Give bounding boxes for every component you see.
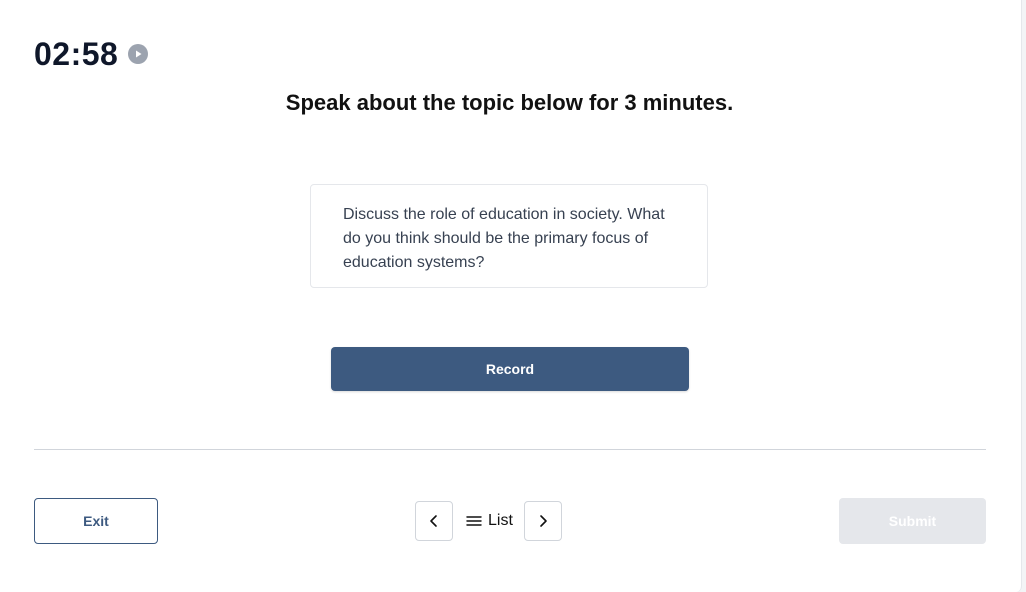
prompt-text: Discuss the role of education in society… bbox=[343, 206, 665, 271]
list-button[interactable]: List bbox=[466, 512, 513, 530]
timer-row: 02:58 bbox=[34, 34, 149, 74]
menu-icon bbox=[466, 516, 482, 526]
question-navigation: List bbox=[415, 501, 562, 541]
play-icon[interactable] bbox=[128, 44, 149, 64]
record-button[interactable]: Record bbox=[331, 347, 689, 391]
previous-button[interactable] bbox=[415, 501, 453, 541]
next-button[interactable] bbox=[523, 501, 562, 541]
list-label: List bbox=[488, 512, 513, 529]
instruction-heading: Speak about the topic below for 3 minute… bbox=[285, 90, 734, 115]
countdown-timer: 02:58 bbox=[34, 35, 119, 72]
prompt-card: Discuss the role of education in society… bbox=[310, 184, 708, 288]
play-icon-glyph bbox=[136, 50, 142, 58]
footer-divider bbox=[34, 449, 986, 450]
chevron-right-icon bbox=[540, 515, 547, 527]
question-page: 02:58 Speak about the topic below for 3 … bbox=[0, 0, 1022, 592]
submit-button[interactable]: Submit bbox=[839, 498, 986, 544]
exit-button[interactable]: Exit bbox=[34, 498, 158, 544]
chevron-left-icon bbox=[430, 515, 437, 527]
